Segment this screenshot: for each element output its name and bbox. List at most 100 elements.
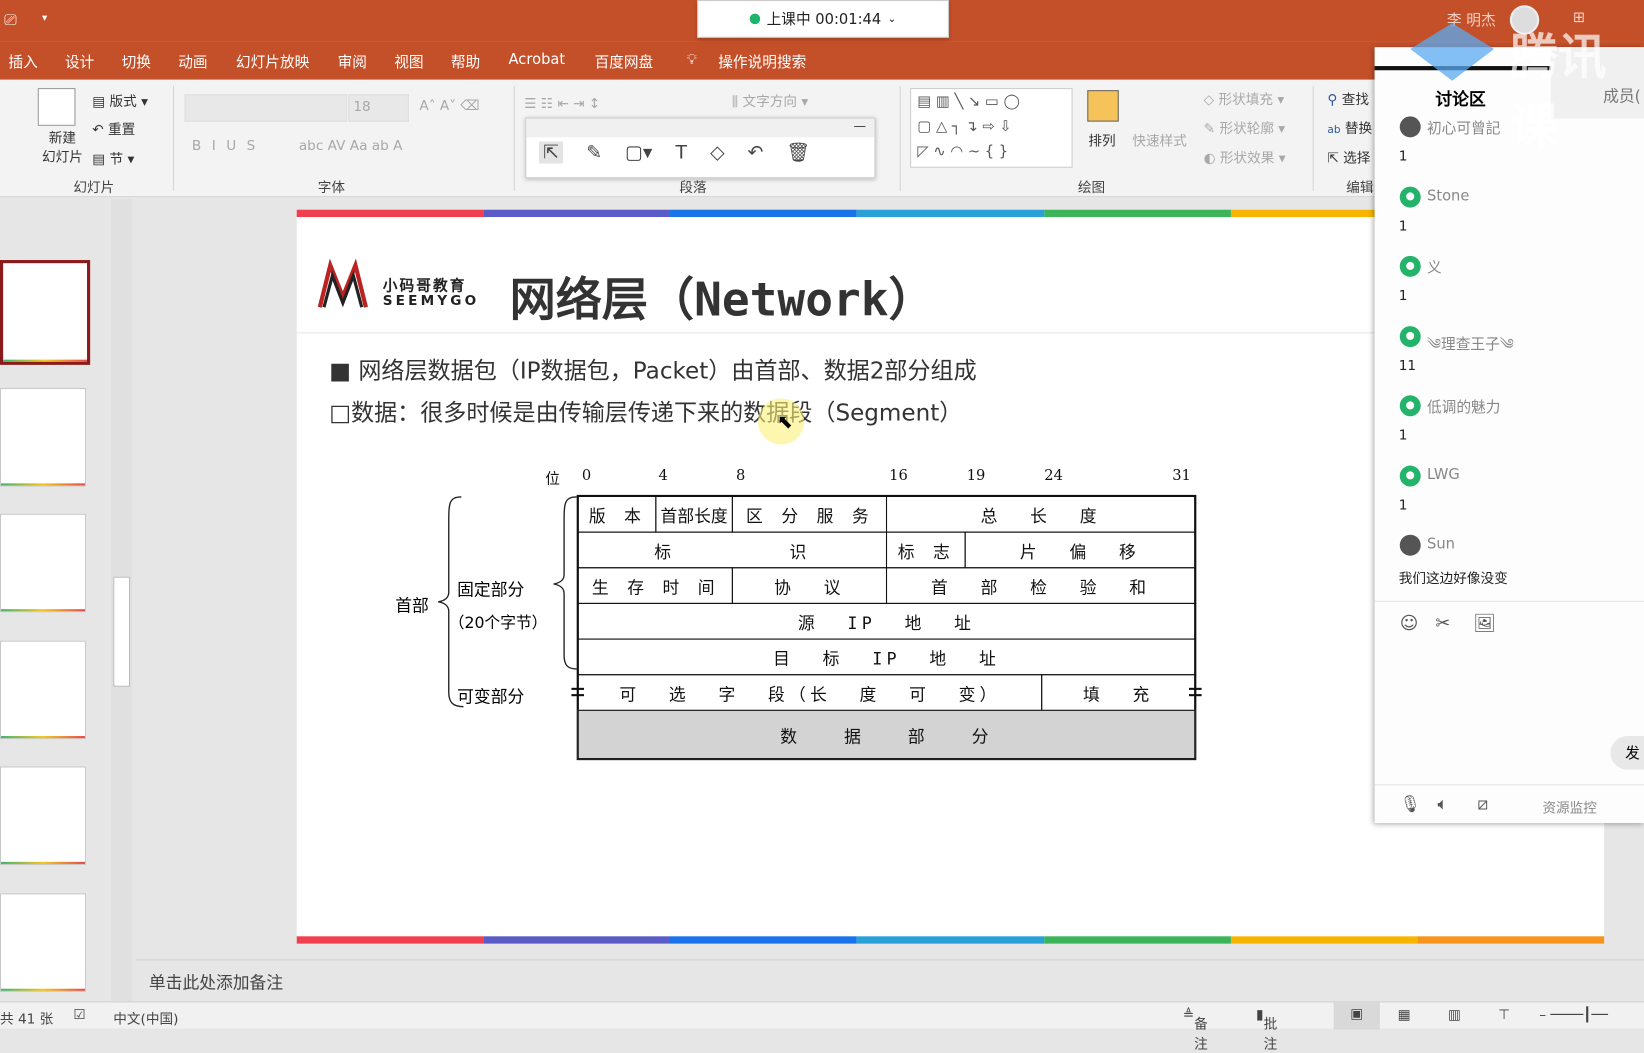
field-total-length: 总 长 度	[885, 495, 1196, 533]
zoom-slider[interactable]: – ────┃──	[1539, 1008, 1608, 1024]
tab-discussion[interactable]: 讨论区	[1435, 85, 1485, 110]
class-timer[interactable]: 上课中 00:01:44 ⌄	[697, 0, 949, 38]
reading-view-icon[interactable]: ▥	[1448, 1008, 1461, 1024]
tab-animations[interactable]: 动画	[178, 51, 207, 72]
minimize-icon[interactable]: —	[526, 118, 875, 138]
tab-design[interactable]: 设计	[65, 51, 94, 72]
speaker-icon[interactable]: 🔈︎	[1437, 794, 1447, 815]
chat-sender: 初心可曾記	[1427, 120, 1501, 138]
pen-icon[interactable]: ✎	[586, 142, 602, 164]
bit-tick: 4	[658, 467, 668, 485]
tab-slideshow[interactable]: 幻灯片放映	[236, 51, 309, 72]
tab-review[interactable]: 审阅	[338, 51, 367, 72]
chat-sender: 义	[1427, 260, 1442, 277]
normal-view-icon[interactable]: ▣	[1333, 1002, 1380, 1030]
tab-baidu[interactable]: 百度网盘	[594, 51, 653, 72]
shape-outline-label: 形状轮廓	[1219, 121, 1274, 138]
group-slides-label: 幻灯片	[73, 180, 115, 197]
chat-message: 我们这边好像没变	[1398, 571, 1508, 588]
slideshow-view-icon[interactable]: ⊤	[1498, 1008, 1510, 1024]
microphone-icon[interactable]: 🎙︎	[1400, 794, 1421, 814]
comments-button[interactable]: ▮ 批注	[1256, 1008, 1277, 1053]
live-status-icon	[749, 13, 761, 25]
bullet-1-text: 网络层数据包（IP数据包，Packet）由首部、数据2部分组成	[358, 358, 977, 385]
divider	[1374, 784, 1644, 786]
slide-sorter-icon[interactable]: ▦	[1398, 1008, 1411, 1024]
new-slide-button[interactable]: 新建 幻灯片	[42, 130, 83, 168]
tab-help[interactable]: 帮助	[451, 51, 480, 72]
layout-button[interactable]: ▤ 版式 ▾	[92, 90, 148, 110]
field-version: 版 本	[577, 495, 657, 533]
section-button[interactable]: ▤ 节 ▾	[92, 148, 134, 168]
thumbnail[interactable]	[0, 640, 86, 740]
replace-button[interactable]: ab 替换	[1327, 117, 1372, 138]
new-slide-icon	[37, 88, 76, 126]
shape-fill-button[interactable]: ◇ 形状填充 ▾	[1204, 88, 1285, 108]
font-name-select[interactable]	[184, 94, 348, 122]
tab-insert[interactable]: 插入	[8, 51, 37, 72]
thumbnail[interactable]	[0, 893, 86, 992]
image-icon[interactable]: 🖼︎	[1473, 613, 1496, 634]
break-mark	[1188, 687, 1202, 697]
chat-message: 11	[1398, 358, 1417, 374]
shape-effects-button[interactable]: ◐ 形状效果 ▾	[1204, 147, 1286, 167]
tab-view[interactable]: 视图	[394, 51, 423, 72]
arrange-button[interactable]: 排列	[1088, 130, 1115, 150]
rectangle-icon[interactable]: ▢▾	[625, 142, 652, 164]
tab-transitions[interactable]: 切换	[122, 51, 151, 72]
send-button[interactable]: 发	[1610, 736, 1644, 770]
scissors-icon[interactable]: ✂	[1435, 613, 1450, 634]
field-source-ip: 源 IP 地 址	[577, 602, 1196, 640]
section-label: 节	[109, 152, 124, 168]
thumbnail[interactable]	[0, 387, 86, 487]
thumbnail-current[interactable]	[0, 260, 91, 365]
resource-monitor[interactable]: 资源监控	[1542, 797, 1597, 817]
tab-acrobat[interactable]: Acrobat	[509, 51, 566, 68]
chat-message: 1	[1398, 218, 1408, 235]
notes-pane[interactable]: 单击此处添加备注	[136, 959, 1644, 1002]
thumbnail[interactable]	[0, 513, 86, 613]
font-size-select[interactable]: 18	[348, 94, 409, 122]
logo-cn: 小码哥教育	[382, 277, 467, 295]
grow-font-icon[interactable]: A˄ A˅ ⌫	[419, 99, 479, 115]
notes-button[interactable]: ≜ 备注	[1183, 1008, 1208, 1053]
undo-icon[interactable]: ↶	[748, 142, 764, 164]
font-extra-icons[interactable]: abc AV Aa ab A	[299, 138, 403, 154]
thumbnail-scrollbar[interactable]	[111, 199, 133, 1002]
shapes-gallery[interactable]: ▤ ▥ ╲ ↘ ▭ ◯ ▢ △ ┐ ↴ ⇨ ⇩ ◸ ∿ ◠ ∼ { }	[910, 88, 1073, 168]
font-format-buttons[interactable]: BIUS	[192, 138, 266, 154]
bit-tick: 16	[889, 467, 908, 485]
eraser-icon[interactable]: ◇	[710, 142, 725, 164]
text-direction-button[interactable]: ⫼ 文字方向 ▾	[732, 90, 808, 110]
pointer-icon[interactable]: ⇱	[538, 141, 564, 164]
bit-tick: 8	[736, 467, 746, 485]
scroll-thumb[interactable]	[113, 576, 131, 687]
slideshow-icon[interactable]: ⎚	[4, 10, 17, 29]
select-button[interactable]: ⇱ 选择	[1327, 147, 1370, 167]
accessibility-icon[interactable]: ☑	[73, 1008, 85, 1024]
field-destination-ip: 目 标 IP 地 址	[577, 638, 1196, 676]
qat-dropdown-icon[interactable]: ▾	[42, 13, 47, 25]
emoji-icon[interactable]: ☺	[1400, 613, 1419, 634]
bit-tick: 19	[966, 467, 986, 485]
mouse-cursor-icon: ⬉	[776, 411, 793, 434]
field-dsf: 区 分 服 务	[731, 495, 888, 533]
shape-fill-label: 形状填充	[1218, 92, 1274, 108]
chat-sender: ༄理查王子༄	[1427, 336, 1514, 353]
thumbnail[interactable]	[0, 766, 86, 866]
trash-icon[interactable]: 🗑︎	[787, 142, 811, 164]
video-off-icon[interactable]: ⧄	[1477, 794, 1488, 815]
chat-sender: 低调的魅力	[1427, 399, 1501, 417]
reset-button[interactable]: ↶ 重置	[92, 118, 135, 139]
text-icon[interactable]: T	[675, 142, 687, 164]
tell-me-search[interactable]: 操作说明搜索	[718, 51, 806, 72]
quick-styles-button[interactable]: 快速样式	[1132, 130, 1187, 150]
fixed-size-label: （20个字节）	[448, 613, 548, 633]
chevron-down-icon: ⌄	[887, 13, 897, 25]
shape-outline-button[interactable]: ✎ 形状轮廓 ▾	[1204, 117, 1285, 138]
list-icons[interactable]: ☰ ☷ ⇤ ⇥ ↕	[524, 96, 600, 112]
find-button[interactable]: ⚲ 查找	[1327, 88, 1369, 108]
divider	[173, 85, 175, 191]
group-paragraph-label: 段落	[679, 180, 707, 197]
language[interactable]: 中文(中国)	[113, 1008, 178, 1028]
